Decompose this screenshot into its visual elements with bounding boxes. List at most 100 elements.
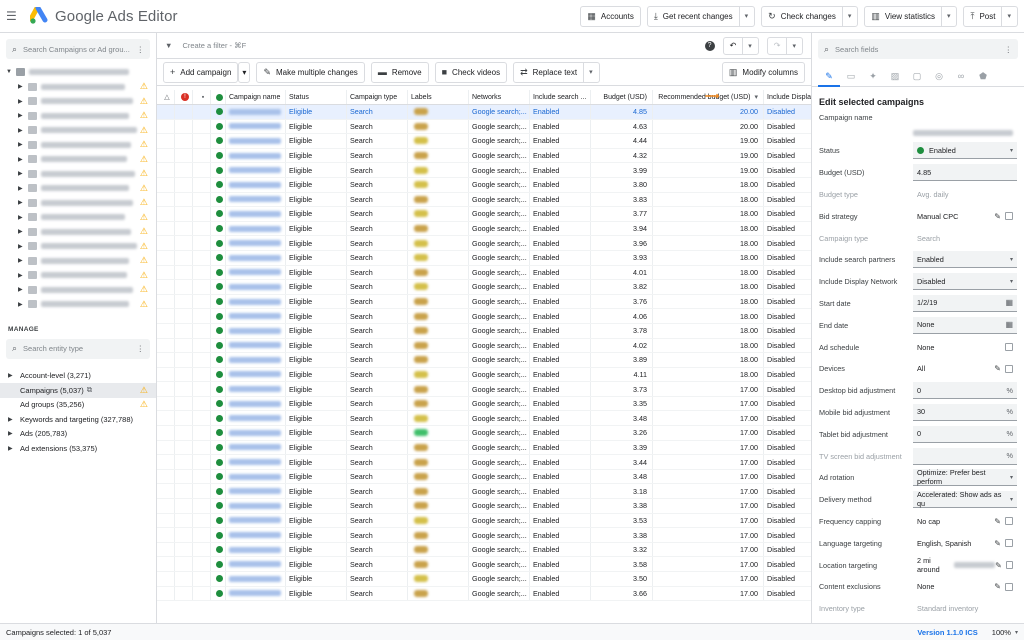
include-search-cell[interactable]: Enabled bbox=[530, 323, 591, 338]
campaign-name-cell[interactable] bbox=[226, 367, 286, 382]
table-row[interactable]: Eligible Search Google search;... Enabled 3.… bbox=[157, 207, 811, 222]
campaign-name-value[interactable] bbox=[812, 126, 1024, 140]
table-row[interactable]: Eligible Search Google search;... Enabled 3.… bbox=[157, 455, 811, 470]
open-external-icon[interactable]: ⧉ bbox=[87, 385, 92, 395]
campaign-type-cell[interactable]: Search bbox=[347, 177, 408, 192]
include-search-cell[interactable]: Enabled bbox=[530, 455, 591, 469]
table-row[interactable]: Eligible Search Google search;... Enabled 3.… bbox=[157, 323, 811, 339]
budget-cell[interactable]: 3.78 bbox=[591, 323, 653, 338]
include-display-cell[interactable]: Disabled bbox=[764, 397, 811, 411]
include-display-cell[interactable]: Disabled bbox=[764, 222, 811, 236]
include-search-cell[interactable]: Enabled bbox=[530, 484, 591, 499]
campaign-type-cell[interactable]: Search bbox=[347, 411, 408, 426]
budget-cell[interactable]: 3.39 bbox=[591, 440, 653, 455]
campaign-type-cell[interactable]: Search bbox=[347, 557, 408, 571]
recommended-budget-cell[interactable]: 18.00 bbox=[653, 280, 764, 294]
campaign-name-cell[interactable] bbox=[226, 221, 286, 236]
recommended-budget-cell[interactable]: 17.00 bbox=[653, 513, 764, 528]
networks-cell[interactable]: Google search;... bbox=[469, 280, 530, 294]
tab-target-icon[interactable]: ◎ bbox=[928, 65, 950, 87]
campaign-type-cell[interactable]: Search bbox=[347, 455, 408, 469]
labels-cell[interactable] bbox=[408, 163, 469, 177]
chevron-down-icon[interactable]: ▾ bbox=[1015, 629, 1018, 636]
field-value[interactable]: 30% bbox=[913, 403, 1017, 421]
recommended-budget-cell[interactable]: 18.00 bbox=[653, 338, 764, 353]
campaign-name-cell[interactable] bbox=[226, 105, 286, 119]
status-cell[interactable]: Eligible bbox=[286, 499, 347, 513]
labels-cell[interactable] bbox=[408, 455, 469, 469]
add-campaign-dropdown[interactable]: ▾ bbox=[238, 61, 251, 83]
campaign-name-cell[interactable] bbox=[226, 557, 286, 571]
recommended-budget-cell[interactable]: 18.00 bbox=[653, 323, 764, 338]
tree-campaign-item[interactable]: ▶ ⚠ bbox=[0, 94, 156, 109]
include-search-cell[interactable]: Enabled bbox=[530, 353, 591, 367]
status-cell[interactable]: Eligible bbox=[286, 105, 347, 119]
status-cell[interactable]: Eligible bbox=[286, 221, 347, 236]
table-row[interactable]: Eligible Search Google search;... Enabled 4.… bbox=[157, 105, 811, 120]
include-search-cell[interactable]: Enabled bbox=[530, 586, 591, 601]
table-row[interactable]: Eligible Search Google search;... Enabled 3.… bbox=[157, 411, 811, 427]
recommended-budget-cell[interactable]: 18.00 bbox=[653, 177, 764, 192]
table-row[interactable]: Eligible Search Google search;... Enabled 3.… bbox=[157, 572, 811, 587]
include-search-cell[interactable]: Enabled bbox=[530, 542, 591, 557]
recommended-budget-cell[interactable]: 20.00 bbox=[653, 105, 764, 119]
recommended-budget-cell[interactable]: 18.00 bbox=[653, 367, 764, 382]
networks-cell[interactable]: Google search;... bbox=[469, 528, 530, 542]
chevron-right-icon[interactable]: ▶ bbox=[18, 199, 28, 206]
campaign-type-cell[interactable]: Search bbox=[347, 163, 408, 177]
networks-cell[interactable]: Google search;... bbox=[469, 323, 530, 338]
campaign-type-cell[interactable]: Search bbox=[347, 280, 408, 294]
include-display-cell[interactable]: Disabled bbox=[764, 105, 811, 119]
include-display-cell[interactable]: Disabled bbox=[764, 484, 811, 498]
labels-cell[interactable] bbox=[408, 557, 469, 571]
budget-cell[interactable]: 3.35 bbox=[591, 396, 653, 411]
modify-columns-button[interactable]: ▥ Modify columns bbox=[721, 61, 805, 83]
campaign-type-cell[interactable]: Search bbox=[347, 426, 408, 440]
include-search-cell[interactable]: Enabled bbox=[530, 119, 591, 134]
budget-cell[interactable]: 3.99 bbox=[591, 163, 653, 177]
chevron-down-icon[interactable]: ▼ bbox=[6, 69, 16, 75]
tab-magic-icon[interactable]: ✦ bbox=[862, 65, 884, 87]
budget-cell[interactable]: 4.06 bbox=[591, 309, 653, 323]
include-search-cell[interactable]: Enabled bbox=[530, 572, 591, 586]
chevron-down-icon[interactable]: ▾ bbox=[1001, 6, 1011, 26]
entity-search-input[interactable]: ⌕ Search entity type ⋮ bbox=[6, 338, 150, 359]
budget-cell[interactable]: 3.66 bbox=[591, 586, 653, 601]
chevron-down-icon[interactable]: ▾ bbox=[1010, 474, 1013, 481]
networks-cell[interactable]: Google search;... bbox=[469, 134, 530, 148]
field-value[interactable]: All ✎ bbox=[913, 360, 1017, 377]
networks-cell[interactable]: Google search;... bbox=[469, 586, 530, 601]
budget-cell[interactable]: 4.85 bbox=[591, 105, 653, 119]
status-cell[interactable]: Eligible bbox=[286, 280, 347, 294]
status-col-icon[interactable] bbox=[211, 90, 226, 104]
field-value[interactable]: Enabled ▾ bbox=[913, 142, 1017, 160]
include-display-cell[interactable]: Disabled bbox=[764, 134, 811, 148]
table-row[interactable]: Eligible Search Google search;... Enabled 3.… bbox=[157, 177, 811, 193]
budget-cell[interactable]: 3.89 bbox=[591, 353, 653, 367]
campaign-name-cell[interactable] bbox=[226, 513, 286, 528]
campaign-type-cell[interactable]: Search bbox=[347, 542, 408, 557]
budget-cell[interactable]: 3.50 bbox=[591, 572, 653, 586]
networks-cell[interactable]: Google search;... bbox=[469, 367, 530, 382]
col-networks[interactable]: Networks bbox=[469, 90, 530, 104]
recommended-budget-cell[interactable]: 18.00 bbox=[653, 250, 764, 265]
chevron-right-icon[interactable]: ▶ bbox=[18, 98, 28, 105]
labels-cell[interactable] bbox=[408, 411, 469, 426]
include-search-cell[interactable]: Enabled bbox=[530, 469, 591, 484]
chevron-right-icon[interactable]: ▶ bbox=[18, 185, 28, 192]
campaign-type-cell[interactable]: Search bbox=[347, 105, 408, 119]
error-col-icon[interactable]: ! bbox=[175, 90, 193, 104]
include-search-cell[interactable]: Enabled bbox=[530, 499, 591, 513]
chevron-right-icon[interactable]: ▶ bbox=[18, 156, 28, 163]
table-row[interactable]: Eligible Search Google search;... Enabled 3.… bbox=[157, 440, 811, 456]
status-cell[interactable]: Eligible bbox=[286, 163, 347, 177]
status-cell[interactable]: Eligible bbox=[286, 455, 347, 469]
campaign-name-cell[interactable] bbox=[226, 250, 286, 265]
campaign-type-cell[interactable]: Search bbox=[347, 396, 408, 411]
campaign-name-cell[interactable] bbox=[226, 148, 286, 163]
networks-cell[interactable]: Google search;... bbox=[469, 221, 530, 236]
networks-cell[interactable]: Google search;... bbox=[469, 105, 530, 119]
networks-cell[interactable]: Google search;... bbox=[469, 163, 530, 177]
labels-cell[interactable] bbox=[408, 513, 469, 528]
networks-cell[interactable]: Google search;... bbox=[469, 119, 530, 134]
